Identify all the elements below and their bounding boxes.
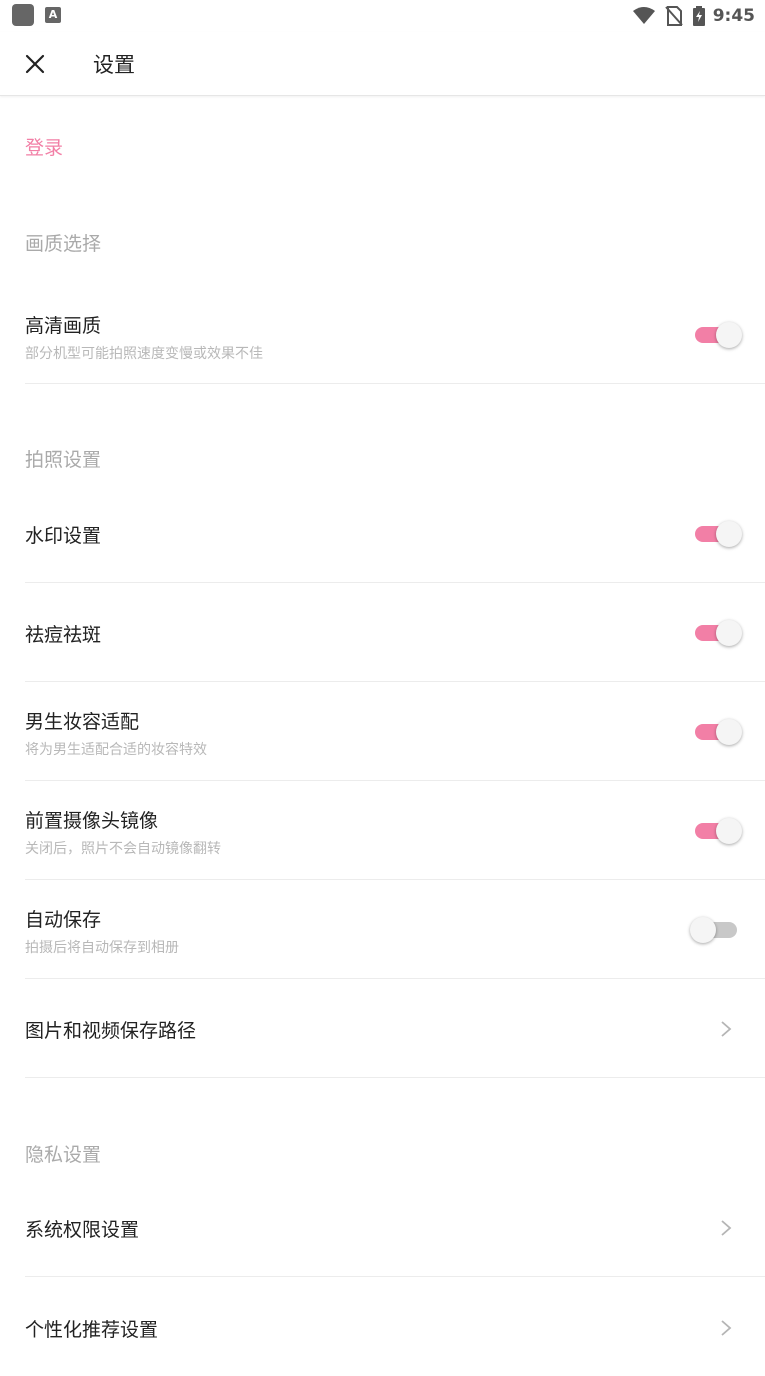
setting-title: 祛痘祛斑 (25, 624, 102, 646)
setting-title: 系统权限设置 (25, 1219, 140, 1241)
setting-row-auto-save[interactable]: 自动保存 拍摄后将自动保存到相册 (25, 880, 765, 979)
setting-title: 水印设置 (25, 525, 102, 547)
setting-row-permissions[interactable]: 系统权限设置 (25, 1178, 765, 1277)
close-icon (25, 54, 45, 74)
setting-row-hd-quality[interactable]: 高清画质 部分机型可能拍照速度变慢或效果不佳 (25, 285, 765, 384)
clock: 9:45 (712, 6, 755, 26)
setting-row-acne[interactable]: 祛痘祛斑 (25, 583, 765, 682)
male-makeup-toggle[interactable] (694, 719, 742, 745)
no-sim-icon (664, 6, 683, 26)
setting-subtitle: 部分机型可能拍照速度变慢或效果不佳 (25, 346, 263, 362)
setting-title: 前置摄像头镜像 (25, 810, 159, 832)
auto-save-toggle[interactable] (690, 917, 738, 943)
setting-row-save-path[interactable]: 图片和视频保存路径 (25, 979, 765, 1078)
close-button[interactable] (14, 43, 56, 85)
setting-subtitle: 拍摄后将自动保存到相册 (25, 940, 179, 956)
section-header-photo: 拍照设置 (25, 449, 102, 471)
section-header-privacy: 隐私设置 (25, 1144, 102, 1166)
hd-quality-toggle[interactable] (694, 322, 742, 348)
chevron-right-icon (721, 1320, 732, 1336)
status-icons: 9:45 (632, 3, 755, 29)
setting-title: 自动保存 (25, 909, 102, 931)
wifi-icon (632, 7, 655, 24)
front-mirror-toggle[interactable] (694, 818, 742, 844)
section-header-quality: 画质选择 (25, 233, 102, 255)
login-link[interactable]: 登录 (25, 133, 63, 160)
setting-title: 男生妆容适配 (25, 711, 140, 733)
setting-title: 高清画质 (25, 315, 102, 337)
setting-subtitle: 关闭后，照片不会自动镜像翻转 (25, 841, 221, 857)
chevron-right-icon (721, 1220, 732, 1236)
setting-row-watermark[interactable]: 水印设置 (25, 484, 765, 583)
acne-toggle[interactable] (694, 620, 742, 646)
app-notification-icon (12, 4, 34, 26)
a-notification-icon: A (45, 7, 61, 23)
battery-charging-icon (692, 6, 705, 26)
setting-subtitle: 将为男生适配合适的妆容特效 (25, 742, 207, 758)
setting-row-personalized[interactable]: 个性化推荐设置 (25, 1277, 765, 1376)
setting-title: 个性化推荐设置 (25, 1319, 159, 1341)
status-bar: A 9:45 (0, 0, 765, 32)
setting-row-front-mirror[interactable]: 前置摄像头镜像 关闭后，照片不会自动镜像翻转 (25, 781, 765, 880)
setting-row-male-makeup[interactable]: 男生妆容适配 将为男生适配合适的妆容特效 (25, 682, 765, 781)
page-title: 设置 (93, 53, 135, 77)
app-bar: 设置 (0, 32, 765, 96)
setting-title: 图片和视频保存路径 (25, 1020, 197, 1042)
chevron-right-icon (721, 1021, 732, 1037)
watermark-toggle[interactable] (694, 521, 742, 547)
